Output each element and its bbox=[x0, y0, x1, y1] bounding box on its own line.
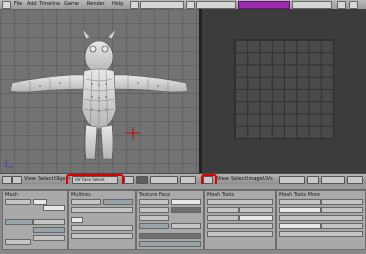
draw-edges-button[interactable] bbox=[321, 207, 363, 213]
noise-button[interactable] bbox=[239, 207, 273, 213]
multires-checkbox[interactable] bbox=[71, 217, 83, 223]
edge-length-button[interactable] bbox=[279, 223, 321, 229]
stats-box bbox=[292, 1, 332, 9]
tiles-button[interactable] bbox=[171, 199, 201, 205]
panel-mesh-tools-more: Mesh Tools More bbox=[276, 190, 366, 250]
tex-button[interactable] bbox=[139, 199, 169, 205]
properties-window: Mesh Multires Texture Face Mesh Tools Me… bbox=[0, 184, 366, 254]
vertex-color-button[interactable] bbox=[33, 235, 65, 241]
collision-button[interactable] bbox=[139, 215, 169, 221]
copy-draw-mode-button[interactable] bbox=[139, 233, 201, 239]
screen-icon[interactable] bbox=[130, 1, 139, 9]
shared-button[interactable] bbox=[139, 223, 169, 229]
uv-texture-button[interactable] bbox=[33, 227, 65, 233]
draw-faces-button[interactable] bbox=[321, 199, 363, 205]
selected-scene-tab[interactable] bbox=[238, 1, 290, 9]
menu-timeline[interactable]: Timeline bbox=[39, 1, 60, 7]
rem-doubles-button[interactable] bbox=[207, 231, 273, 237]
multires-edge-field[interactable] bbox=[71, 233, 133, 239]
add-multires-button[interactable] bbox=[71, 199, 101, 205]
close-scene-icon[interactable] bbox=[349, 1, 358, 9]
edge-angles-button[interactable] bbox=[321, 223, 363, 229]
layer-buttons[interactable] bbox=[150, 176, 178, 184]
uv-image-menu[interactable]: Image bbox=[247, 176, 263, 182]
character-mesh bbox=[5, 28, 189, 168]
3d-viewport[interactable] bbox=[0, 9, 199, 173]
close-icon[interactable] bbox=[186, 1, 195, 9]
limit-field[interactable] bbox=[207, 223, 273, 229]
lock-uv-button[interactable] bbox=[321, 176, 345, 184]
invisible-button[interactable] bbox=[171, 207, 201, 213]
menu-file[interactable]: File bbox=[14, 1, 22, 7]
panel-texture-face: Texture Face bbox=[136, 190, 204, 250]
hash-button[interactable] bbox=[207, 215, 239, 221]
select-menu[interactable]: Select bbox=[38, 176, 53, 182]
subdivide-button[interactable] bbox=[207, 207, 239, 213]
twoside-button[interactable] bbox=[171, 223, 201, 229]
auto-smooth-button[interactable] bbox=[43, 205, 65, 211]
multires-apply-button[interactable] bbox=[71, 207, 133, 213]
uv-select-menu[interactable]: Select bbox=[231, 176, 246, 182]
menu-help[interactable]: Help bbox=[112, 1, 123, 7]
draw-type-icon[interactable] bbox=[124, 176, 134, 184]
image-browse-button[interactable] bbox=[279, 176, 305, 184]
screen-selector[interactable] bbox=[140, 1, 184, 9]
panel-mesh-tools-more-title: Mesh Tools More bbox=[279, 192, 321, 198]
xsort-button[interactable] bbox=[239, 215, 273, 221]
multires-render-field[interactable] bbox=[71, 225, 133, 231]
sticky-button[interactable] bbox=[33, 219, 65, 225]
light-button[interactable] bbox=[139, 207, 169, 213]
view-menu[interactable]: View bbox=[24, 176, 36, 182]
panel-mesh-tools: Mesh Tools bbox=[204, 190, 276, 250]
texmesh-field[interactable] bbox=[5, 239, 31, 245]
window-type-icon[interactable] bbox=[2, 176, 12, 184]
uv-view-menu[interactable]: View bbox=[217, 176, 229, 182]
pivot-icon[interactable] bbox=[136, 176, 148, 184]
copy-uv-button[interactable] bbox=[139, 241, 201, 247]
menu-render[interactable]: Render bbox=[87, 1, 105, 7]
face-area-button[interactable] bbox=[279, 231, 363, 237]
beauty-button[interactable] bbox=[207, 199, 273, 205]
scene-icon[interactable] bbox=[337, 1, 346, 9]
pin-icon[interactable] bbox=[307, 176, 319, 184]
panel-mesh-title: Mesh bbox=[5, 192, 19, 198]
draw-normals-button[interactable] bbox=[279, 199, 321, 205]
panel-mesh-tools-title: Mesh Tools bbox=[207, 192, 235, 198]
panel-mesh: Mesh bbox=[2, 190, 68, 250]
menu-game[interactable]: Game bbox=[64, 1, 79, 7]
menu-add[interactable]: Add bbox=[27, 1, 37, 7]
vertex-groups-field[interactable] bbox=[5, 219, 33, 225]
mesh-name-field[interactable] bbox=[5, 199, 31, 205]
scene-selector[interactable] bbox=[196, 1, 236, 9]
panel-texture-face-title: Texture Face bbox=[139, 192, 171, 198]
draw-vnormals-button[interactable] bbox=[279, 207, 321, 213]
lock-button[interactable] bbox=[180, 176, 196, 184]
collapse-menu-icon[interactable] bbox=[12, 176, 22, 184]
normal-size-field[interactable] bbox=[279, 215, 363, 221]
multires-level-field[interactable] bbox=[103, 199, 133, 205]
zoom-button[interactable] bbox=[347, 176, 363, 184]
window-type-icon[interactable] bbox=[2, 1, 11, 9]
panel-multires: Multires bbox=[68, 190, 136, 250]
uv-uvs-menu[interactable]: UVs bbox=[263, 176, 273, 182]
uv-grid[interactable] bbox=[234, 39, 334, 139]
panel-multires-title: Multires bbox=[71, 192, 91, 198]
